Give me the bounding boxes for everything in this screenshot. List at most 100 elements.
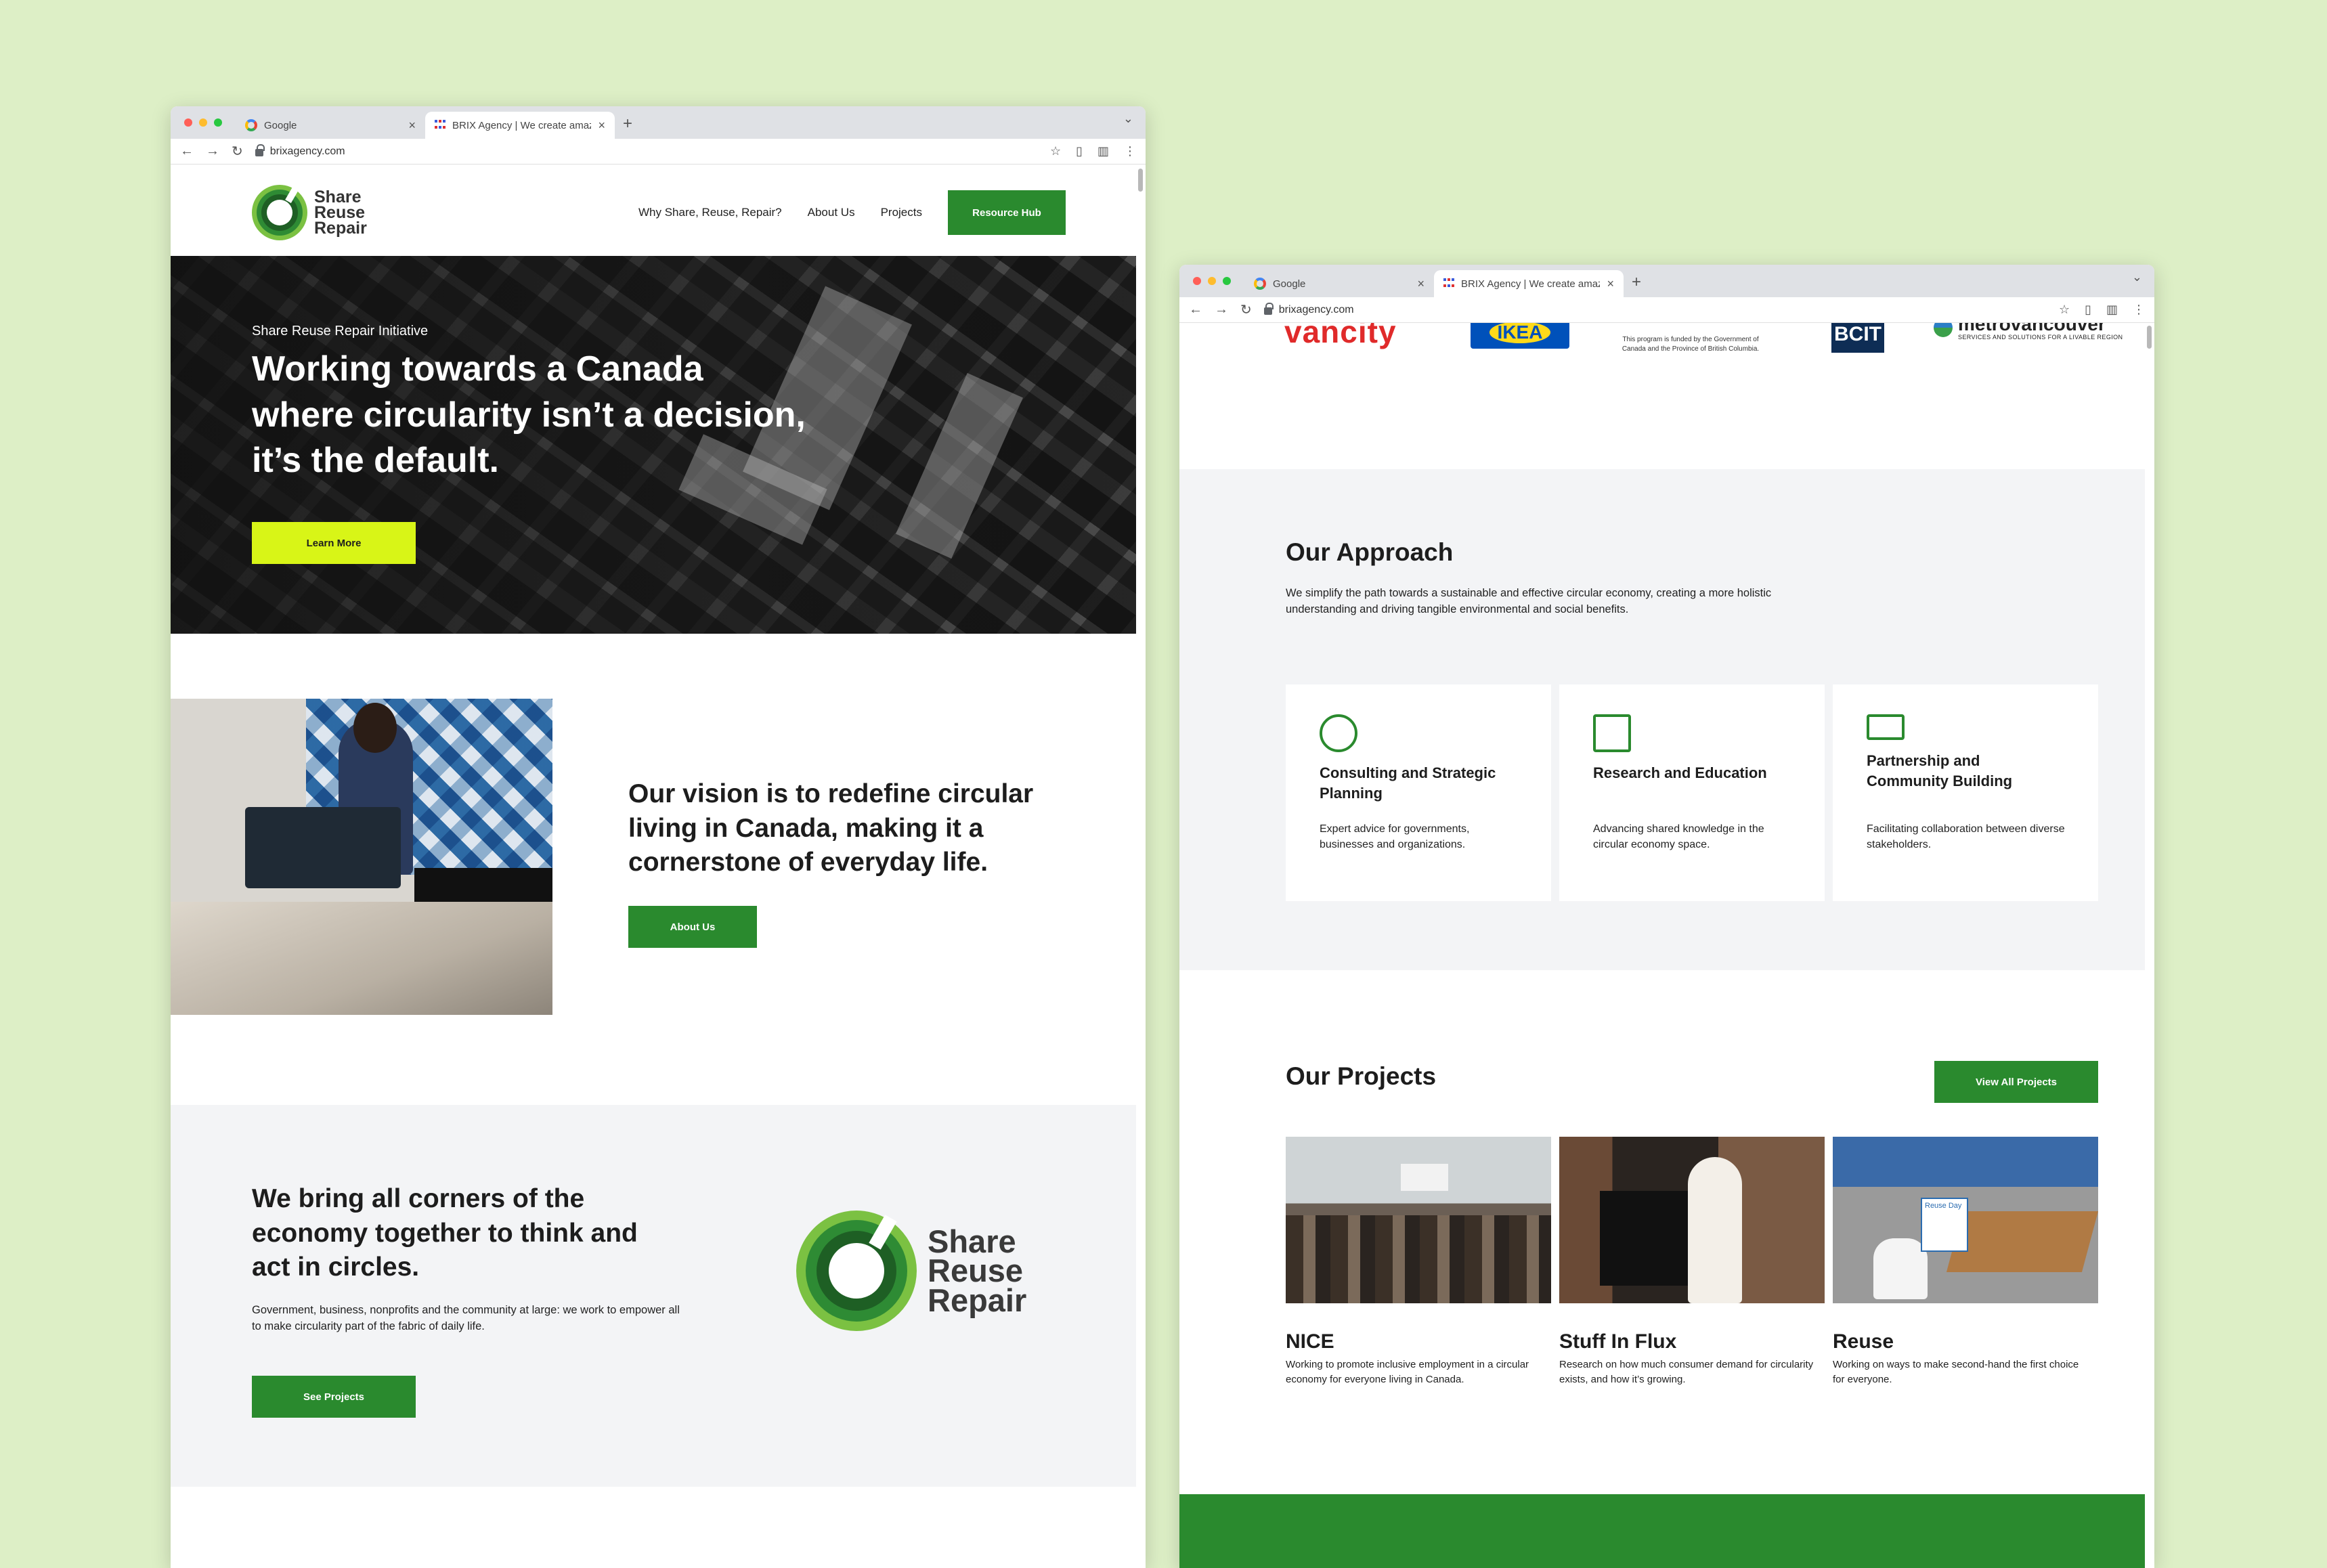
card-title: Partnership and Community Building	[1867, 752, 2013, 789]
card-title: Research and Education	[1593, 764, 1767, 781]
page-viewport[interactable]: vancity IKEA This program is funded by t…	[1179, 323, 2154, 1568]
address-bar[interactable]: brixagency.com	[1263, 303, 2047, 316]
menu-kebab-icon[interactable]: ⋮	[1124, 144, 1136, 158]
side-panel-icon[interactable]: ▯	[1076, 144, 1083, 158]
extension-icon[interactable]: ▥	[2106, 303, 2118, 317]
forward-arrow-icon[interactable]: →	[1215, 302, 1228, 318]
browser-window-scrolled: Google × BRIX Agency | We create amaz × …	[1179, 265, 2154, 1568]
partners-strip: vancity IKEA This program is funded by t…	[1179, 323, 2145, 469]
corners-body: Government, business, nonprofits and the…	[252, 1304, 680, 1332]
project-name: Reuse	[1833, 1330, 1894, 1353]
close-tab-icon[interactable]: ×	[1607, 277, 1614, 291]
page-viewport[interactable]: Share Reuse Repair Why Share, Reuse, Rep…	[171, 165, 1146, 1568]
close-window-button[interactable]	[1193, 277, 1201, 285]
projects-grid: NICE Working to promote inclusive employ…	[1286, 1137, 2098, 1387]
view-all-projects-button[interactable]: View All Projects	[1934, 1061, 2098, 1103]
close-tab-icon[interactable]: ×	[1417, 277, 1425, 291]
tab-brix[interactable]: BRIX Agency | We create amaz ×	[1434, 270, 1624, 297]
tab-brix[interactable]: BRIX Agency | We create amaz ×	[425, 112, 615, 139]
government-funding-note: This program is funded by the Government…	[1622, 336, 1760, 353]
bookmark-star-icon[interactable]: ☆	[1050, 144, 1061, 158]
reload-icon[interactable]: ↻	[232, 143, 243, 160]
new-tab-button[interactable]: +	[1632, 273, 1641, 292]
minimize-window-button[interactable]	[1208, 277, 1216, 285]
window-controls	[184, 118, 222, 127]
approach-body: We simplify the path towards a sustainab…	[1286, 587, 1772, 615]
project-name: NICE	[1286, 1330, 1334, 1353]
tab-google[interactable]: Google ×	[236, 112, 425, 139]
project-card-reuse[interactable]: Reuse Day Reuse Working on ways to make …	[1833, 1137, 2098, 1387]
new-tab-button[interactable]: +	[623, 114, 632, 133]
minimize-window-button[interactable]	[199, 118, 207, 127]
close-tab-icon[interactable]: ×	[598, 118, 605, 133]
logo-ring-icon	[252, 185, 307, 240]
hero-section: Share Reuse Repair Initiative Working to…	[171, 256, 1136, 634]
scrollbar-thumb[interactable]	[1138, 169, 1143, 192]
brix-favicon-icon	[435, 120, 445, 131]
community-board-icon	[1867, 714, 1905, 740]
tab-title: BRIX Agency | We create amaz	[452, 119, 592, 131]
see-projects-button[interactable]: See Projects	[252, 1376, 416, 1418]
nav-item-why[interactable]: Why Share, Reuse, Repair?	[638, 206, 782, 219]
logo-ring-icon	[796, 1211, 917, 1331]
side-panel-icon[interactable]: ▯	[2085, 303, 2091, 317]
card-body: Advancing shared knowledge in the circul…	[1593, 823, 1764, 851]
vision-section: Our vision is to redefine circular livin…	[171, 634, 1136, 1105]
reload-icon[interactable]: ↻	[1240, 301, 1252, 318]
scrollbar-thumb[interactable]	[2147, 326, 2152, 349]
chat-bubbles-icon	[1320, 714, 1357, 752]
google-icon	[245, 119, 257, 131]
nav-item-projects[interactable]: Projects	[881, 206, 922, 219]
about-us-button[interactable]: About Us	[628, 906, 757, 948]
tab-title: BRIX Agency | We create amaz	[1461, 278, 1601, 290]
address-bar[interactable]: brixagency.com	[255, 144, 1038, 158]
project-image: Reuse Day	[1833, 1137, 2098, 1303]
forward-arrow-icon[interactable]: →	[206, 144, 219, 159]
maximize-window-button[interactable]	[214, 118, 222, 127]
logo-wordmark: Share Reuse Repair	[314, 187, 367, 238]
reuse-day-sign: Reuse Day	[1921, 1198, 1968, 1252]
tab-search-chevron-icon[interactable]: ⌄	[2132, 270, 2142, 284]
ikea-logo: IKEA	[1471, 323, 1569, 349]
nav-item-about[interactable]: About Us	[808, 206, 855, 219]
tab-bar: Google × BRIX Agency | We create amaz × …	[171, 106, 1146, 139]
hero-title: Working towards a Canada where circulari…	[252, 349, 806, 481]
url-text: brixagency.com	[269, 145, 345, 157]
tab-google[interactable]: Google ×	[1244, 270, 1434, 297]
brix-favicon-icon	[1443, 278, 1454, 289]
main-nav: Why Share, Reuse, Repair? About Us Proje…	[638, 190, 1066, 235]
project-desc: Research on how much consumer demand for…	[1559, 1359, 1814, 1385]
site-logo[interactable]: Share Reuse Repair	[252, 185, 367, 240]
project-name: Stuff In Flux	[1559, 1330, 1677, 1353]
tab-bar: Google × BRIX Agency | We create amaz × …	[1179, 265, 2154, 297]
green-footer-band	[1179, 1494, 2145, 1568]
lock-icon	[1263, 303, 1274, 315]
back-arrow-icon[interactable]: ←	[1189, 302, 1202, 318]
large-logo: Share Reuse Repair	[796, 1211, 1026, 1331]
back-arrow-icon[interactable]: ←	[180, 144, 194, 159]
approach-card-partnership: Partnership and Community Building Facil…	[1833, 684, 2098, 901]
menu-kebab-icon[interactable]: ⋮	[2133, 303, 2145, 317]
card-body: Expert advice for governments, businesse…	[1320, 823, 1470, 851]
project-card-stuff-in-flux[interactable]: Stuff In Flux Research on how much consu…	[1559, 1137, 1825, 1387]
approach-card-research: Research and Education Advancing shared …	[1559, 684, 1825, 901]
approach-title: Our Approach	[1286, 538, 1454, 566]
learn-more-button[interactable]: Learn More	[252, 522, 416, 564]
research-monitor-icon	[1593, 714, 1631, 752]
close-window-button[interactable]	[184, 118, 192, 127]
bookmark-star-icon[interactable]: ☆	[2059, 303, 2070, 317]
address-toolbar: ← → ↻ brixagency.com ☆ ▯ ▥ ⋮	[1179, 297, 2154, 323]
project-card-nice[interactable]: NICE Working to promote inclusive employ…	[1286, 1137, 1551, 1387]
extension-icon[interactable]: ▥	[1097, 144, 1109, 158]
google-icon	[1254, 278, 1266, 290]
tab-title: Google	[1273, 278, 1306, 290]
project-desc: Working on ways to make second-hand the …	[1833, 1359, 2079, 1385]
approach-section: Our Approach We simplify the path toward…	[1179, 469, 2145, 970]
vision-photo	[171, 699, 552, 1015]
browser-window-home: Google × BRIX Agency | We create amaz × …	[171, 106, 1146, 1568]
resource-hub-button[interactable]: Resource Hub	[948, 190, 1066, 235]
vancity-logo: vancity	[1284, 323, 1397, 349]
maximize-window-button[interactable]	[1223, 277, 1231, 285]
tab-search-chevron-icon[interactable]: ⌄	[1123, 112, 1133, 126]
close-tab-icon[interactable]: ×	[408, 118, 416, 133]
